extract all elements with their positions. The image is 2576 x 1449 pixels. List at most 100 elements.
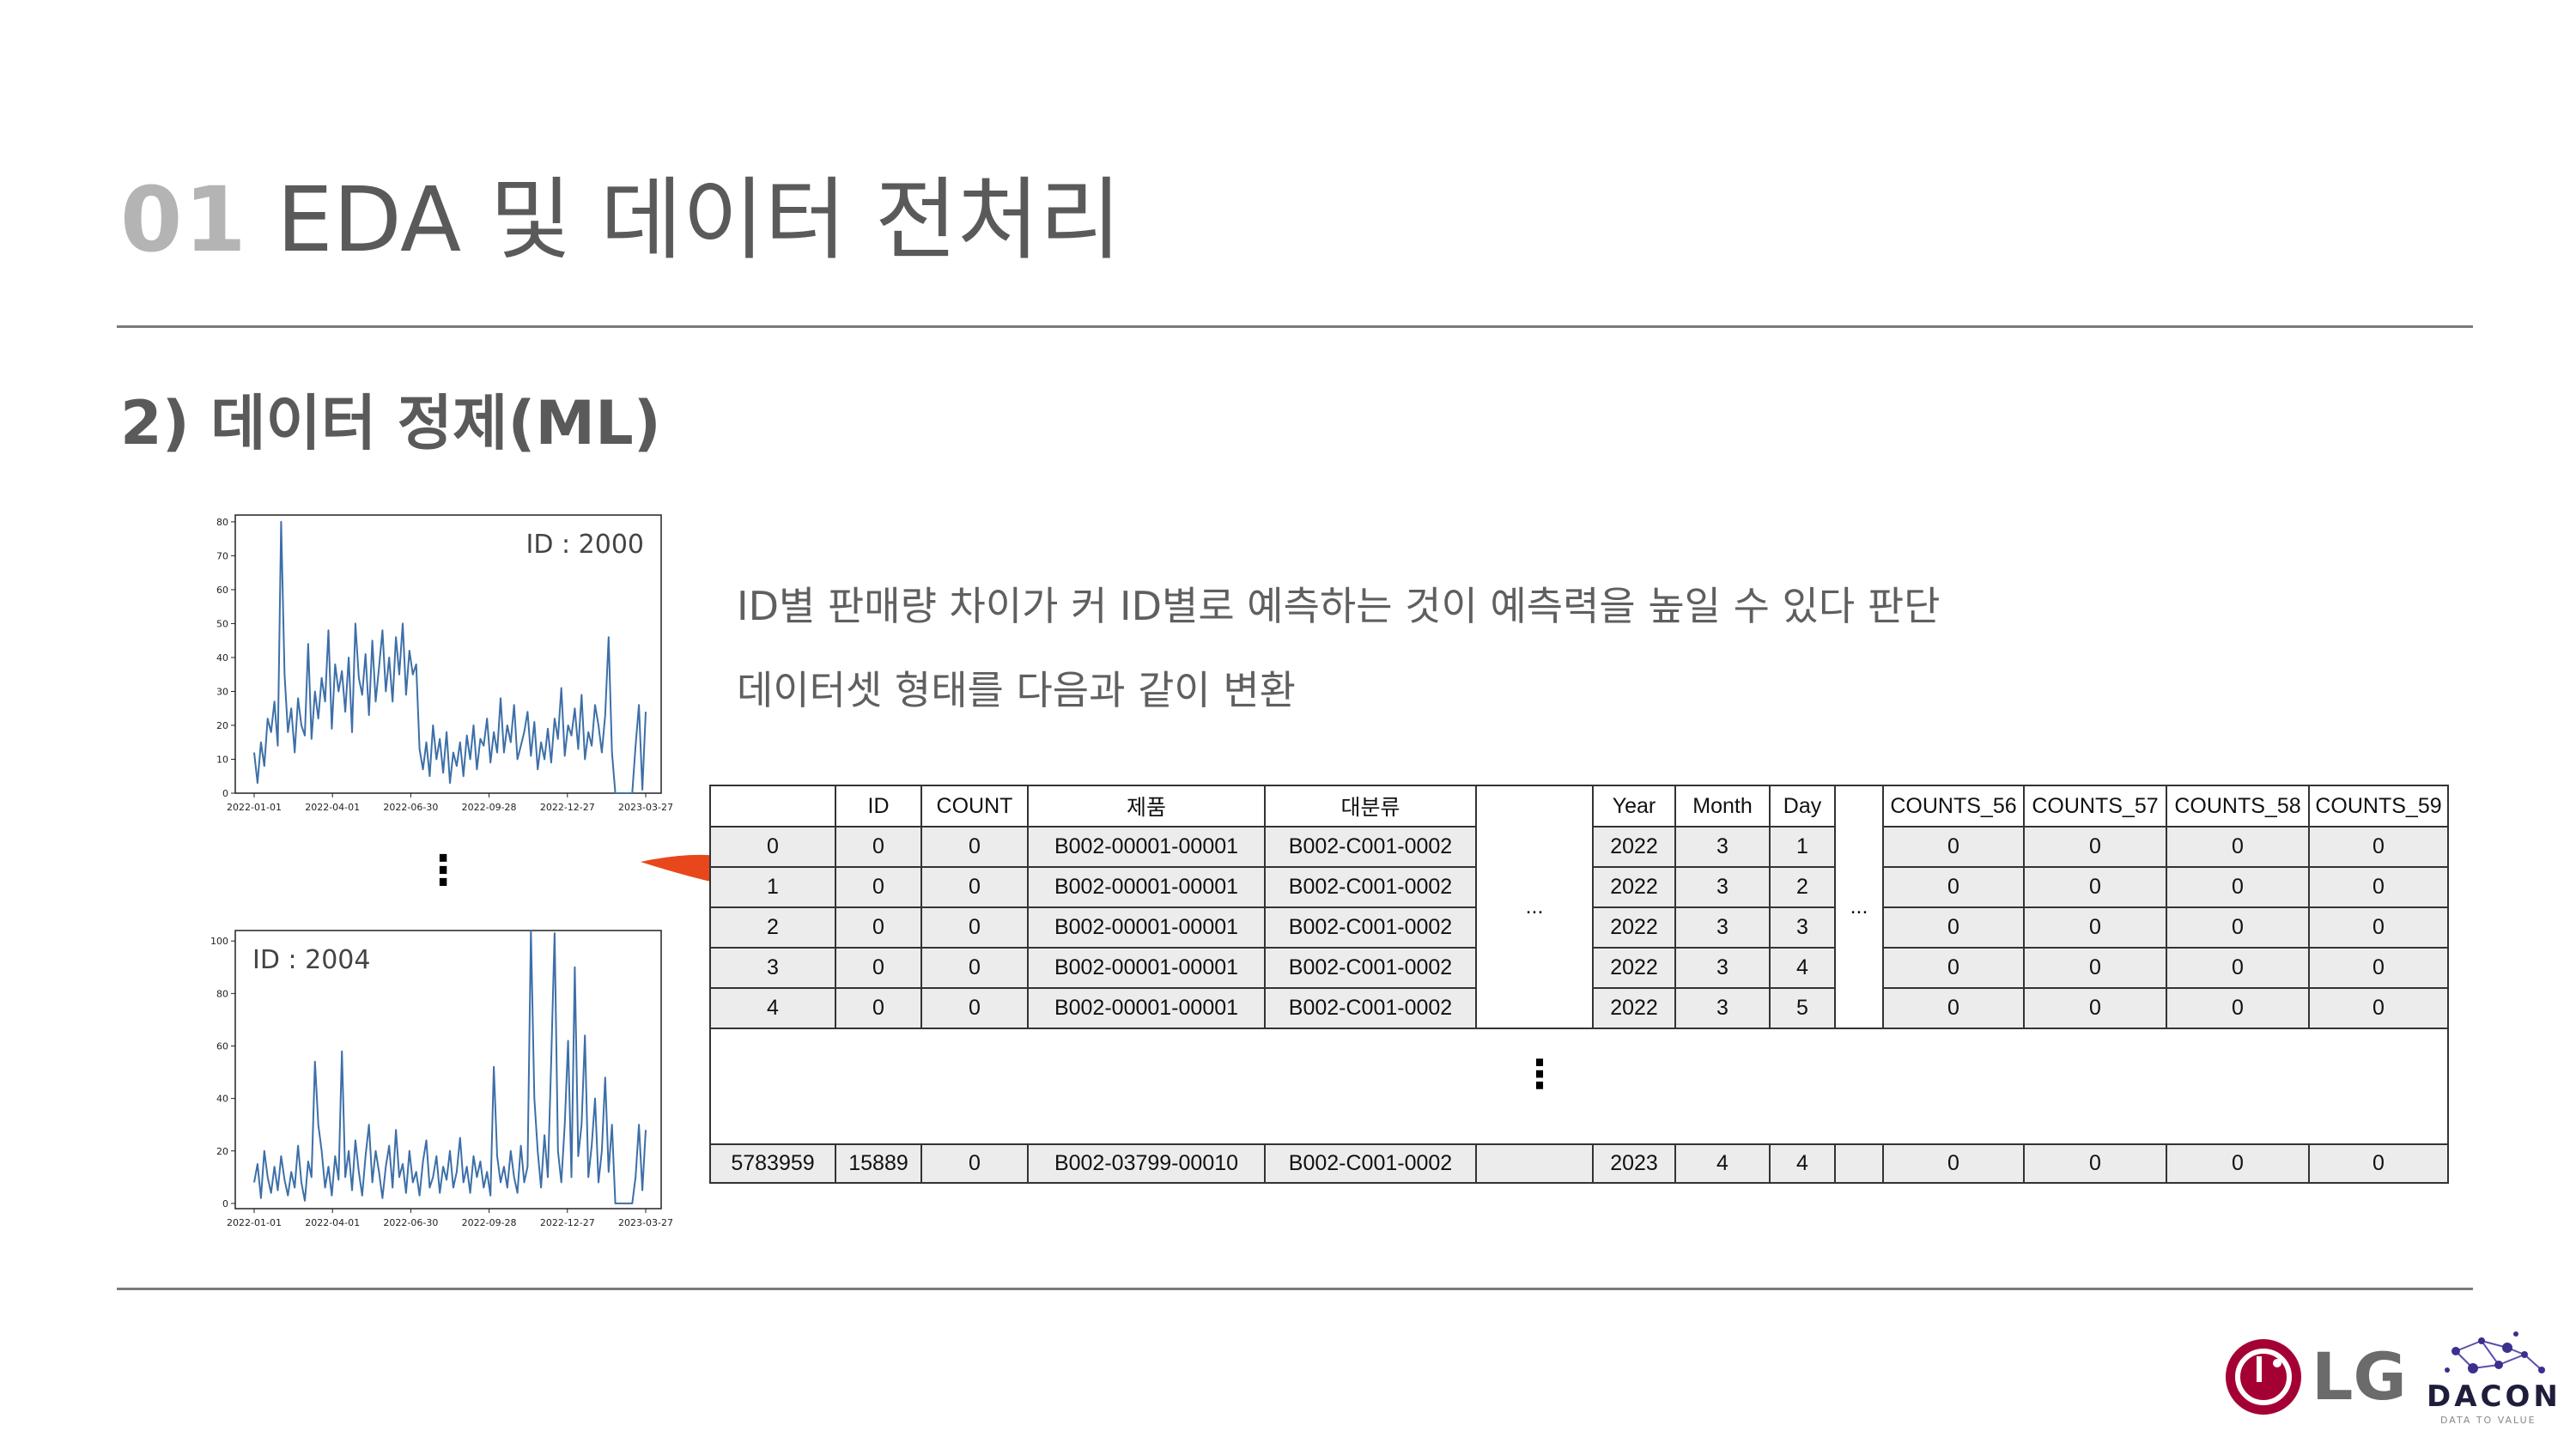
table-cell: 0	[835, 987, 922, 1029]
table-cell: 0	[2166, 826, 2310, 868]
description-line-1: ID별 판매량 차이가 커 ID별로 예측하는 것이 예측력을 높일 수 있다 …	[737, 583, 1941, 629]
table-cell: 4	[709, 987, 836, 1029]
table-cell: 0	[1882, 826, 2025, 868]
x-tick-label: 2022-01-01	[227, 802, 282, 813]
dacon-tagline: DATA TO VALUE	[2440, 1415, 2537, 1426]
table-cell: 0	[2308, 987, 2449, 1029]
transformed-dataset-table: ID COUNT 제품 대분류 Year Month Day COUNTS_56 COUNTS_…	[709, 785, 2449, 1185]
y-tick-label: 30	[216, 686, 228, 697]
table-header-cell: 제품	[1027, 785, 1266, 828]
table-vertical-ellipsis: ⋮	[1520, 1051, 1559, 1097]
y-tick-label: 70	[216, 550, 228, 561]
table-cell: B002-C001-0002	[1264, 826, 1477, 868]
table-cell: B002-00001-00001	[1027, 906, 1266, 949]
y-tick-label: 20	[216, 1146, 228, 1157]
table-cell: 0	[920, 866, 1029, 908]
table-header-cell	[709, 785, 836, 828]
table-last-row-cell: 0	[1882, 1143, 2025, 1184]
table-cell: B002-C001-0002	[1264, 987, 1477, 1029]
table-last-row-cell: 0	[2023, 1143, 2167, 1184]
y-tick-label: 60	[216, 585, 228, 596]
table-cell: B002-C001-0002	[1264, 947, 1477, 989]
table-cell: 0	[920, 947, 1029, 989]
table-cell: 2022	[1592, 866, 1676, 908]
y-tick-label: 0	[222, 1198, 228, 1210]
table-cell: 3	[1769, 906, 1836, 949]
table-cell: 5	[1769, 987, 1836, 1029]
table-header-cell: COUNT	[920, 785, 1029, 828]
table-cell: 0	[2166, 906, 2310, 949]
x-tick-label: 2022-06-30	[383, 1217, 438, 1228]
table-header-cell: Day	[1769, 785, 1836, 828]
y-tick-label: 60	[216, 1040, 228, 1052]
table-cell: 0	[1882, 947, 2025, 989]
table-cell: 0	[1882, 987, 2025, 1029]
y-tick-label: 80	[216, 988, 228, 999]
table-cell: 0	[835, 826, 922, 868]
table-header-cell: COUNTS_58	[2166, 785, 2310, 828]
table-cell: B002-00001-00001	[1027, 947, 1266, 989]
table-last-row-cell: 0	[2308, 1143, 2449, 1184]
table-cell: 0	[2023, 947, 2167, 989]
table-cell: 0	[709, 826, 836, 868]
table-cell: 0	[2308, 866, 2449, 908]
table-cell: 0	[920, 826, 1029, 868]
table-cell: 2022	[1592, 906, 1676, 949]
description-line-2: 데이터셋 형태를 다음과 같이 변환	[737, 667, 1296, 713]
x-tick-label: 2023-03-27	[618, 802, 673, 813]
table-cell: B002-00001-00001	[1027, 987, 1266, 1029]
table-last-row-cell: 0	[920, 1143, 1029, 1184]
footer-divider	[117, 1288, 2473, 1290]
table-cell: B002-C001-0002	[1264, 866, 1477, 908]
x-tick-label: 2022-04-01	[305, 1217, 360, 1228]
chart-annotation: ID : 2000	[526, 530, 644, 560]
table-cell: B002-00001-00001	[1027, 866, 1266, 908]
table-cell: 4	[1769, 947, 1836, 989]
table-last-row-cell: 15889	[835, 1143, 922, 1184]
x-tick-label: 2023-03-27	[618, 1217, 673, 1228]
table-cell: 3	[1674, 866, 1771, 908]
table-cell: 0	[2023, 906, 2167, 949]
x-tick-label: 2022-12-27	[540, 802, 595, 813]
table-last-row-cell: B002-C001-0002	[1264, 1143, 1477, 1184]
y-tick-label: 50	[216, 618, 228, 629]
dacon-logo: DACON DATA TO VALUE	[2427, 1331, 2561, 1426]
table-cell: 2022	[1592, 826, 1676, 868]
table-cell: 0	[2166, 987, 2310, 1029]
lg-wordmark: LG	[2312, 1338, 2407, 1415]
table-cell: 0	[835, 906, 922, 949]
section-subtitle: 2) 데이터 정제(ML)	[120, 388, 661, 458]
table-cell: 0	[1882, 906, 2025, 949]
table-ellipsis-column: ...	[1834, 785, 1884, 1029]
table-last-row-gap	[1475, 1143, 1594, 1184]
table-last-row-cell: 4	[1674, 1143, 1771, 1184]
dacon-wordmark: DACON	[2427, 1379, 2561, 1414]
table-header-cell: ID	[835, 785, 922, 828]
y-tick-label: 80	[216, 517, 228, 528]
line-chart-id-2000: 0 10 20 30 40 50 60 70 80 2022-01-01 2022-04-01 202…	[216, 514, 673, 813]
charts-ellipsis: ⋮	[422, 846, 464, 894]
y-tick-label: 20	[216, 720, 228, 731]
table-cell: 0	[920, 987, 1029, 1029]
table-cell: 0	[2023, 987, 2167, 1029]
table-last-row-cell: B002-03799-00010	[1027, 1143, 1266, 1184]
table-cell: 3	[1674, 947, 1771, 989]
page-title: EDA 및 데이터 전처리	[276, 167, 1122, 272]
table-cell: B002-00001-00001	[1027, 826, 1266, 868]
table-cell: 0	[1882, 866, 2025, 908]
y-tick-label: 100	[210, 936, 228, 947]
table-cell: 2	[1769, 866, 1836, 908]
x-tick-label: 2022-09-28	[462, 1217, 517, 1228]
table-header-cell: Year	[1592, 785, 1676, 828]
x-tick-label: 2022-04-01	[305, 802, 360, 813]
table-cell: 0	[835, 947, 922, 989]
table-cell: 3	[1674, 906, 1771, 949]
table-header-cell: Month	[1674, 785, 1771, 828]
table-cell: 2	[709, 906, 836, 949]
table-ellipsis-column: ...	[1475, 785, 1594, 1029]
x-tick-label: 2022-09-28	[462, 802, 517, 813]
table-cell: 1	[1769, 826, 1836, 868]
table-last-row-cell: 2023	[1592, 1143, 1676, 1184]
x-tick-label: 2022-12-27	[540, 1217, 595, 1228]
table-header-cell: COUNTS_59	[2308, 785, 2449, 828]
